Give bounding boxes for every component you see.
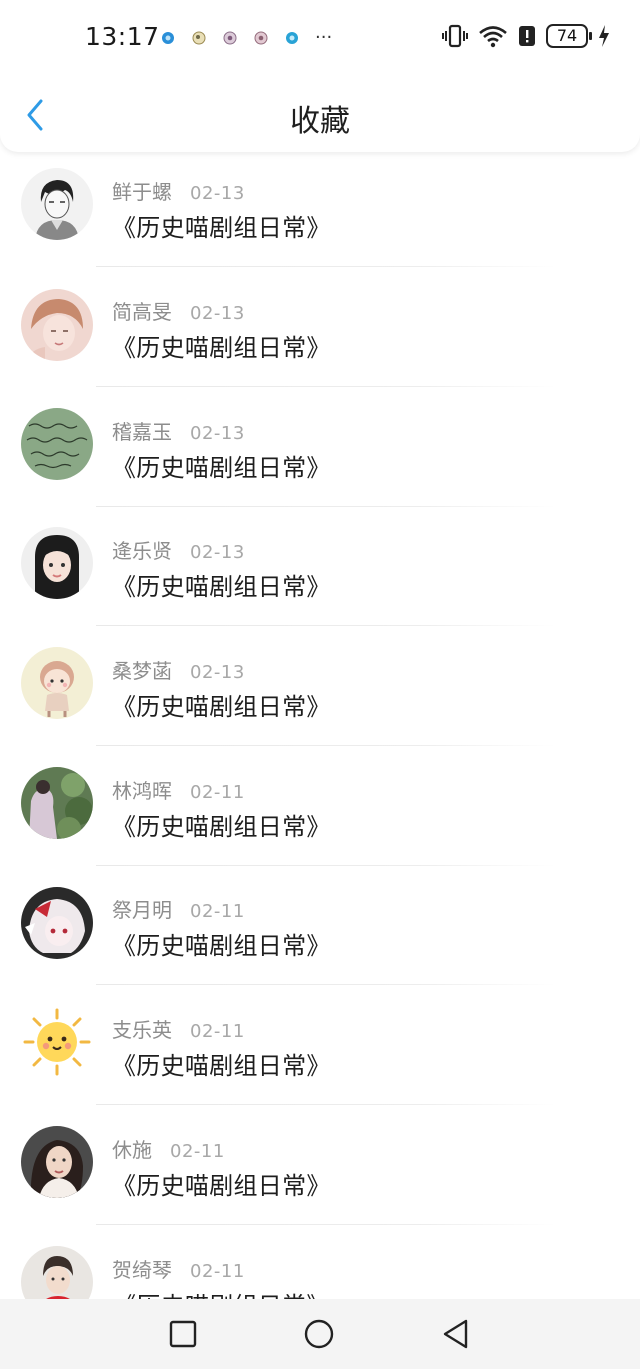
user-name: 贺绮琴 <box>112 1258 172 1282</box>
list-item[interactable]: 鲜于螺 02-13 《历史喵剧组日常》 <box>0 152 640 272</box>
divider <box>96 625 556 626</box>
avatar <box>21 289 93 361</box>
item-date: 02-13 <box>190 303 245 324</box>
avatar <box>21 527 93 599</box>
user-name: 鲜于螺 <box>112 180 172 204</box>
avatar <box>21 767 93 839</box>
user-name: 林鸿晖 <box>112 779 172 803</box>
navigation-bar <box>0 1299 640 1369</box>
list-item[interactable]: 祭月明 02-11 《历史喵剧组日常》 <box>0 870 640 990</box>
item-date: 02-11 <box>190 1261 245 1282</box>
status-time: 13:17 <box>85 22 160 51</box>
charging-bolt-icon <box>599 25 609 47</box>
user-name: 祭月明 <box>112 898 172 922</box>
system-icons: 74 <box>442 24 610 48</box>
avatar <box>21 647 93 719</box>
home-button[interactable] <box>302 1317 336 1351</box>
notification-icons: ··· <box>160 27 333 48</box>
avatar <box>21 1006 93 1078</box>
item-meta: 逄乐贤 02-13 <box>112 535 245 564</box>
item-meta: 桑梦菡 02-13 <box>112 655 245 684</box>
title-bar: 收藏 <box>0 76 640 152</box>
system-back-button[interactable] <box>438 1317 472 1351</box>
item-date: 02-13 <box>190 542 245 563</box>
status-bar: 13:17 ··· 74 <box>0 0 640 76</box>
divider <box>96 984 556 985</box>
item-date: 02-11 <box>170 1141 225 1162</box>
avatar <box>21 1246 93 1299</box>
divider <box>96 266 556 267</box>
user-name: 稽嘉玉 <box>112 420 172 444</box>
list-item[interactable]: 林鸿晖 02-11 《历史喵剧组日常》 <box>0 751 640 871</box>
item-date: 02-13 <box>190 662 245 683</box>
work-title: 《历史喵剧组日常》 <box>112 1052 331 1080</box>
item-meta: 贺绮琴 02-11 <box>112 1254 245 1283</box>
divider <box>96 1224 556 1225</box>
avatar <box>21 887 93 959</box>
divider <box>96 865 556 866</box>
list-item[interactable]: 支乐英 02-11 《历史喵剧组日常》 <box>0 990 640 1110</box>
square-icon <box>169 1320 197 1348</box>
avatar <box>21 1126 93 1198</box>
item-meta: 鲜于螺 02-13 <box>112 176 245 205</box>
user-name: 支乐英 <box>112 1018 172 1042</box>
battery-indicator: 74 <box>546 24 592 48</box>
page-title: 收藏 <box>290 104 350 139</box>
circle-icon <box>304 1319 334 1349</box>
notification-app-icon <box>254 31 268 45</box>
divider <box>96 386 556 387</box>
work-title: 《历史喵剧组日常》 <box>112 813 331 841</box>
list-item[interactable]: 逄乐贤 02-13 《历史喵剧组日常》 <box>0 511 640 631</box>
work-title: 《历史喵剧组日常》 <box>112 214 331 242</box>
user-name: 桑梦菡 <box>112 659 172 683</box>
user-name: 逄乐贤 <box>112 539 172 563</box>
item-meta: 简高旻 02-13 <box>112 296 245 325</box>
item-date: 02-13 <box>190 423 245 444</box>
item-date: 02-13 <box>190 183 245 204</box>
work-title: 《历史喵剧组日常》 <box>112 1172 331 1200</box>
notification-app-icon <box>223 31 237 45</box>
avatar <box>21 168 93 240</box>
work-title: 《历史喵剧组日常》 <box>112 334 331 362</box>
list-item[interactable]: 简高旻 02-13 《历史喵剧组日常》 <box>0 272 640 392</box>
top-header: 13:17 ··· 74 收藏 <box>0 0 640 152</box>
notification-app-icon <box>162 32 174 44</box>
item-meta: 祭月明 02-11 <box>112 894 245 923</box>
list-item[interactable]: 休施 02-11 《历史喵剧组日常》 <box>0 1110 640 1230</box>
work-title: 《历史喵剧组日常》 <box>112 454 331 482</box>
battery-level: 74 <box>556 26 578 45</box>
work-title: 《历史喵剧组日常》 <box>112 932 331 960</box>
item-meta: 稽嘉玉 02-13 <box>112 416 245 445</box>
user-name: 休施 <box>112 1138 152 1162</box>
notification-app-icon <box>286 32 298 44</box>
work-title: 《历史喵剧组日常》 <box>112 693 331 721</box>
vibrate-icon <box>442 24 468 48</box>
item-meta: 支乐英 02-11 <box>112 1014 245 1043</box>
app-screen: 13:17 ··· 74 收藏 鲜于螺 02-13 《历史喵剧组日常》 简高旻 … <box>0 0 640 1369</box>
divider <box>96 506 556 507</box>
item-date: 02-11 <box>190 1021 245 1042</box>
avatar <box>21 408 93 480</box>
alert-icon <box>519 26 535 46</box>
wifi-icon <box>479 26 507 48</box>
item-meta: 林鸿晖 02-11 <box>112 775 245 804</box>
notification-app-icon <box>192 31 206 45</box>
list-item[interactable]: 贺绮琴 02-11 《历史喵剧组日常》 <box>0 1230 640 1299</box>
divider <box>96 1104 556 1105</box>
item-date: 02-11 <box>190 782 245 803</box>
item-date: 02-11 <box>190 901 245 922</box>
recents-button[interactable] <box>166 1317 200 1351</box>
work-title: 《历史喵剧组日常》 <box>112 1286 331 1299</box>
more-notifications-indicator: ··· <box>315 27 333 48</box>
work-title: 《历史喵剧组日常》 <box>112 573 331 601</box>
user-name: 简高旻 <box>112 300 172 324</box>
list-item[interactable]: 桑梦菡 02-13 《历史喵剧组日常》 <box>0 631 640 751</box>
list-item[interactable]: 稽嘉玉 02-13 《历史喵剧组日常》 <box>0 392 640 512</box>
favorites-list: 鲜于螺 02-13 《历史喵剧组日常》 简高旻 02-13 《历史喵剧组日常》 <box>0 152 640 1299</box>
triangle-back-icon <box>443 1319 468 1349</box>
divider <box>96 745 556 746</box>
item-meta: 休施 02-11 <box>112 1134 225 1163</box>
